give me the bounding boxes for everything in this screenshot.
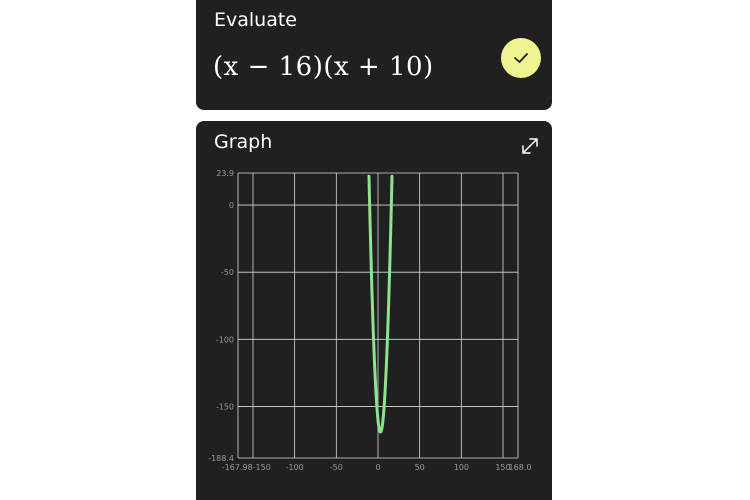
x-tick-label: 168.0: [509, 463, 532, 472]
graph-plot[interactable]: 23.9 0 -50 -100 -150 -188.4-167.98-150 -100 -50…: [196, 160, 552, 480]
x-tick-label: -100: [286, 463, 304, 472]
check-button[interactable]: [501, 38, 541, 78]
expand-button[interactable]: [520, 136, 540, 156]
x-tick-label: 50: [415, 463, 425, 472]
expand-icon: [522, 138, 538, 154]
y-tick-label: -50: [221, 268, 234, 277]
x-tick-label: -167.98-150: [222, 463, 271, 472]
y-tick-label: -150: [216, 402, 234, 411]
graph-title: Graph: [214, 131, 273, 153]
x-tick-label: 100: [454, 463, 469, 472]
x-tick-label: -50: [330, 463, 343, 472]
y-tick-label: 23.9: [216, 169, 234, 178]
y-tick-label: -100: [216, 335, 234, 344]
y-tick-label: 0: [229, 201, 234, 210]
expression: (x − 16)(x + 10): [213, 52, 434, 82]
checkmark-icon: [514, 53, 528, 63]
x-tick-label: 0: [375, 463, 380, 472]
evaluate-title: Evaluate: [214, 9, 297, 31]
function-curve: [367, 174, 394, 434]
y-tick-label: -188.4: [208, 454, 234, 463]
